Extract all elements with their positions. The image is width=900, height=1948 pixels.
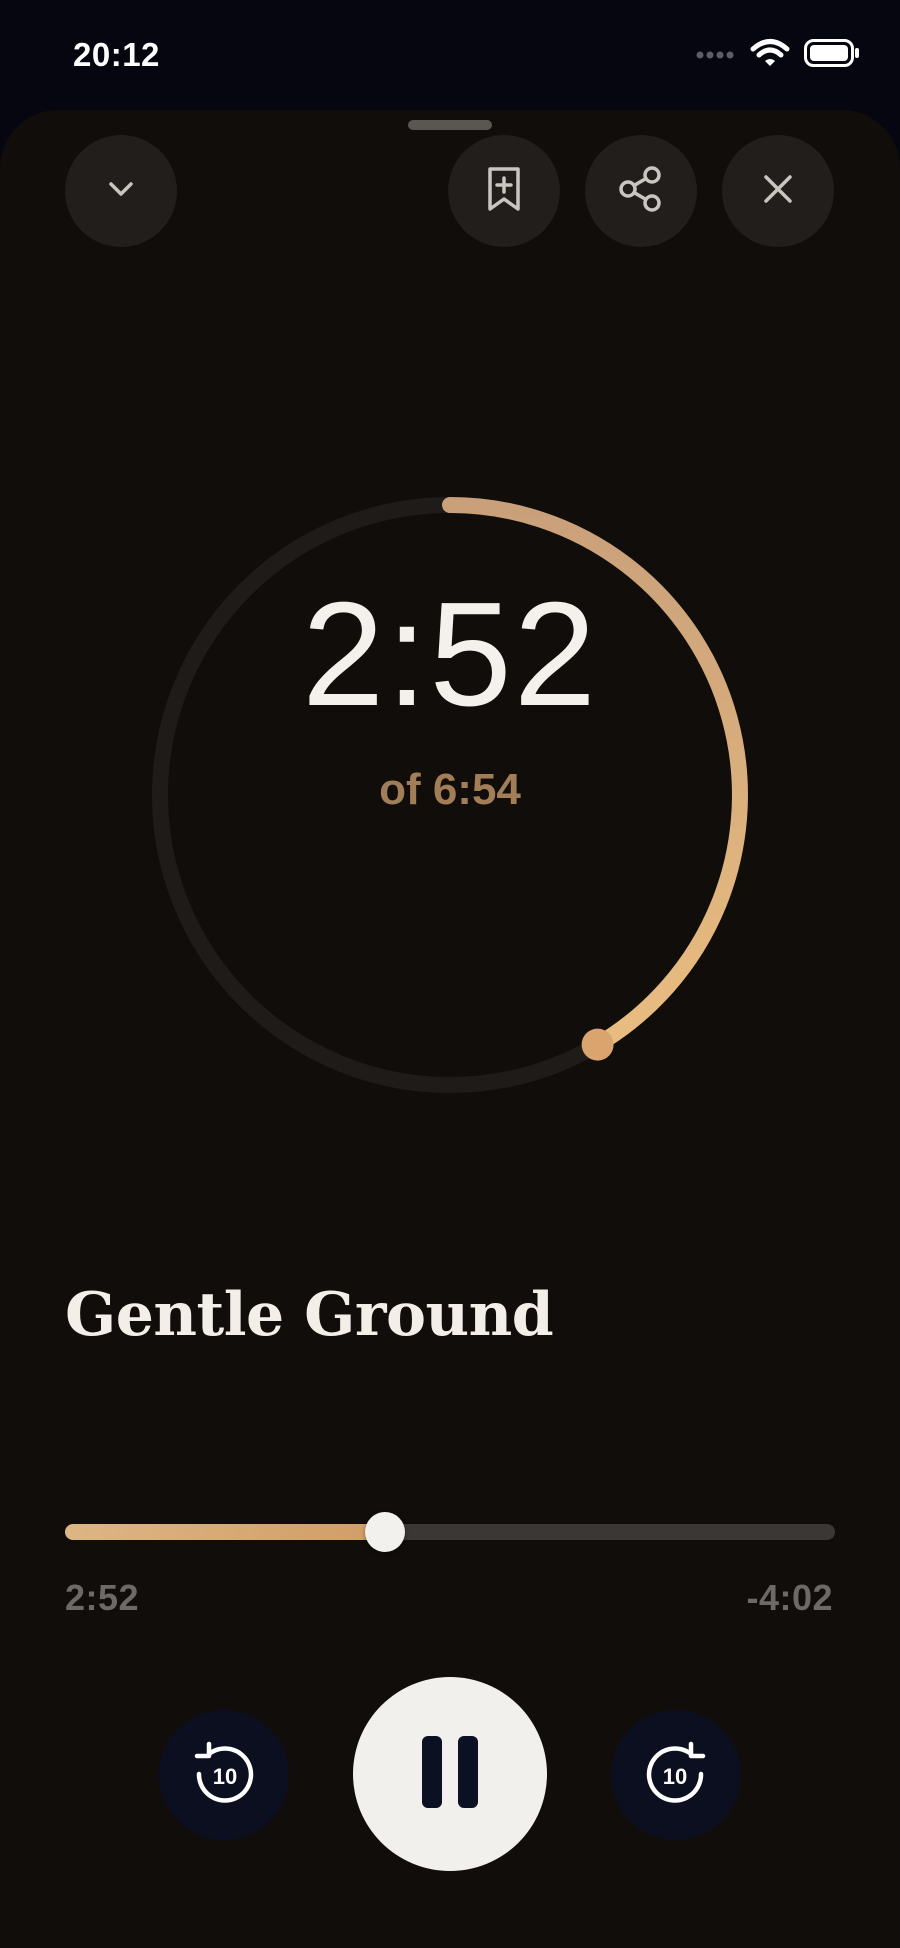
pause-button[interactable] xyxy=(353,1677,547,1871)
rewind-icon: 10 xyxy=(189,1738,259,1813)
forward-icon: 10 xyxy=(641,1738,711,1813)
progress-fill xyxy=(65,1524,385,1540)
rewind-seconds: 10 xyxy=(213,1764,237,1789)
elapsed-time: 2:52 xyxy=(65,1577,140,1618)
progress-slider[interactable] xyxy=(65,1512,835,1552)
rewind-10-button[interactable]: 10 xyxy=(159,1710,289,1840)
timer-progress-ring xyxy=(152,497,748,1093)
remaining-time: -4:02 xyxy=(746,1577,833,1618)
progress-thumb[interactable] xyxy=(364,1512,405,1552)
timer-total: of 6:54 xyxy=(379,765,521,814)
pause-icon xyxy=(418,1734,482,1815)
ring-progress-knob[interactable] xyxy=(581,1028,614,1061)
track-title: Gentle Ground xyxy=(65,1280,554,1350)
forward-10-button[interactable]: 10 xyxy=(611,1710,741,1840)
timer-elapsed: 2:52 xyxy=(301,572,599,737)
forward-seconds: 10 xyxy=(663,1764,687,1789)
